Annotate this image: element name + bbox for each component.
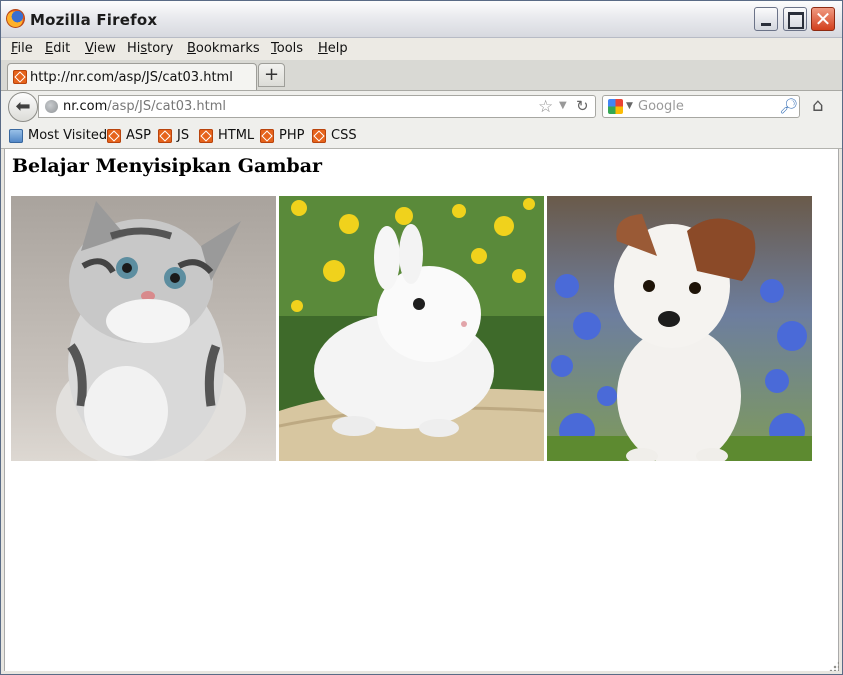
new-tab-button[interactable]: +: [258, 63, 285, 87]
menu-view[interactable]: View: [85, 41, 116, 56]
bookmark-label: JS: [177, 128, 190, 143]
kitten-image: [11, 196, 276, 461]
xampp-favicon-icon: [107, 129, 121, 143]
url-text: nr.com/asp/JS/cat03.html: [63, 99, 226, 114]
menu-help-accel: H: [318, 41, 328, 56]
menu-bookmarks[interactable]: Bookmarks: [187, 41, 260, 56]
menu-tools-label: ools: [276, 41, 304, 56]
menu-file-label: ile: [17, 41, 33, 56]
menu-file[interactable]: File: [11, 41, 33, 56]
home-icon[interactable]: ⌂: [812, 95, 823, 116]
search-bar[interactable]: ▼ Google 🔎︎: [602, 95, 800, 118]
url-bar[interactable]: nr.com/asp/JS/cat03.html ☆ ▼ ↻: [38, 95, 596, 118]
url-dropdown-icon[interactable]: ▼: [559, 100, 567, 111]
bookmarks-toolbar: Most Visited ASP JS HTML PHP CSS: [1, 124, 842, 149]
menu-view-label: iew: [93, 41, 116, 56]
window-title: Mozilla Firefox: [30, 11, 158, 29]
menu-bar: File Edit View History Bookmarks Tools H…: [1, 38, 842, 60]
maximize-icon: [788, 12, 804, 29]
menu-history-label: story: [140, 41, 173, 56]
page-heading: Belajar Menyisipkan Gambar: [12, 155, 323, 177]
menu-tools[interactable]: Tools: [271, 41, 303, 56]
xampp-favicon-icon: [158, 129, 172, 143]
menu-bookmarks-label: ookmarks: [195, 41, 260, 56]
tab-cat03[interactable]: http://nr.com/asp/JS/cat03.html: [7, 63, 257, 90]
bookmark-label: HTML: [218, 128, 255, 143]
xampp-favicon-icon: [199, 129, 213, 143]
minimize-icon: [761, 23, 771, 26]
title-bar: Mozilla Firefox ✕: [1, 1, 842, 38]
back-button[interactable]: ⬅: [8, 92, 38, 122]
back-arrow-icon: ⬅: [15, 96, 31, 117]
bookmark-label: ASP: [126, 128, 151, 143]
xampp-favicon-icon: [260, 129, 274, 143]
maximize-button[interactable]: [783, 7, 807, 31]
menu-view-accel: V: [85, 41, 94, 56]
engine-dropdown-icon[interactable]: ▼: [626, 101, 633, 111]
menu-history-accel: Hi: [127, 41, 141, 56]
tab-label: http://nr.com/asp/JS/cat03.html: [30, 70, 233, 85]
bunny-image: [279, 196, 544, 461]
url-path: /asp/JS/cat03.html: [107, 99, 227, 114]
xampp-favicon-icon: [13, 70, 27, 84]
puppy-image: [547, 196, 812, 461]
bookmark-label: CSS: [331, 128, 357, 143]
most-visited-icon: [9, 129, 23, 143]
close-icon: ✕: [814, 7, 832, 31]
menu-help[interactable]: Help: [318, 41, 348, 56]
google-engine-icon[interactable]: [608, 99, 623, 114]
tab-strip: http://nr.com/asp/JS/cat03.html +: [1, 60, 842, 91]
url-host: nr.com: [63, 99, 108, 114]
menu-edit-label: dit: [53, 41, 71, 56]
minimize-button[interactable]: [754, 7, 778, 31]
menu-history-label-rest: tory: [147, 41, 174, 56]
menu-edit-accel: E: [45, 41, 54, 56]
magnifier-icon[interactable]: 🔎︎: [779, 97, 798, 115]
bookmark-label: PHP: [279, 128, 305, 143]
browser-window: Mozilla Firefox ✕ File Edit View History…: [0, 0, 843, 675]
star-icon[interactable]: ☆: [538, 97, 553, 117]
menu-edit[interactable]: Edit: [45, 41, 70, 56]
search-input[interactable]: Google: [638, 99, 684, 114]
page-content: Belajar Menyisipkan Gambar: [4, 149, 839, 671]
site-identity-icon[interactable]: [45, 100, 58, 113]
menu-help-label: elp: [327, 41, 348, 56]
reload-icon[interactable]: ↻: [576, 97, 589, 115]
menu-history[interactable]: History: [127, 41, 173, 56]
xampp-favicon-icon: [312, 129, 326, 143]
navigation-bar: nr.com/asp/JS/cat03.html ☆ ▼ ↻ ⬅ ▼ Googl…: [1, 91, 842, 124]
bookmark-label: Most Visited: [28, 128, 108, 143]
firefox-logo-icon: [6, 9, 25, 28]
menu-bookmarks-accel: B: [187, 41, 196, 56]
close-button[interactable]: ✕: [811, 7, 835, 31]
